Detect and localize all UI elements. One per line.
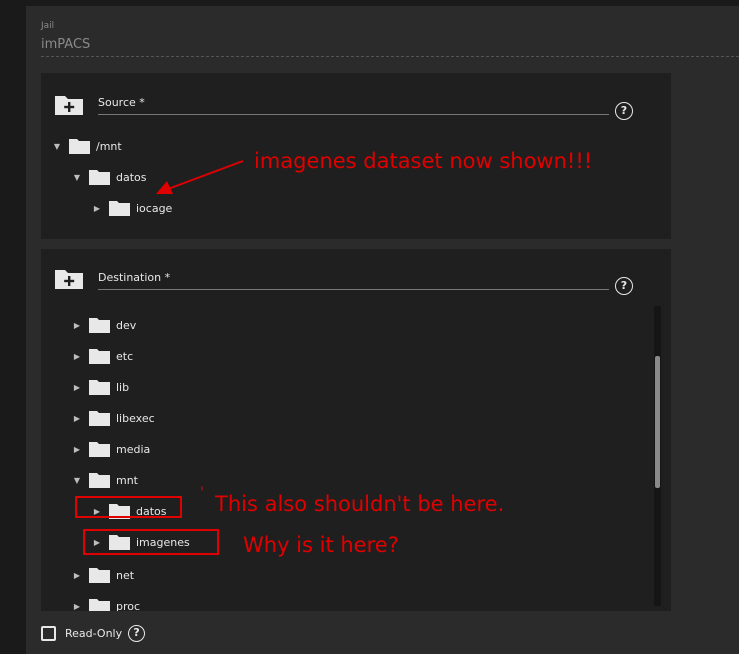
jail-field-value[interactable]: imPACS (41, 37, 90, 52)
help-icon[interactable]: ? (128, 625, 146, 642)
tree-node-label: net (116, 568, 135, 582)
annotation-box-datos (75, 496, 182, 518)
jail-field-label: Jail (41, 21, 55, 31)
tree-node-net[interactable]: ▶ net (71, 566, 134, 584)
tree-scrollbar[interactable] (654, 306, 661, 606)
destination-field-underline (98, 289, 609, 290)
folder-icon (89, 411, 110, 426)
tree-node-lib[interactable]: ▶ lib (71, 378, 129, 396)
tree-node-proc[interactable]: ▶ proc (71, 597, 140, 611)
annotation-source-note: imagenes dataset now shown!!! (254, 149, 593, 173)
folder-add-icon[interactable] (53, 267, 85, 291)
annotation-box-imagenes (83, 529, 219, 555)
tree-node-label: lib (116, 380, 130, 394)
tree-node-iocage[interactable]: ▶ iocage (91, 199, 172, 217)
destination-field-label[interactable]: Destination * (98, 271, 170, 284)
folder-icon (89, 599, 110, 611)
folder-icon (89, 442, 110, 457)
tree-node-etc[interactable]: ▶ etc (71, 347, 133, 365)
collapse-arrow-icon[interactable]: ▶ (71, 352, 83, 361)
tree-node-media[interactable]: ▶ media (71, 440, 150, 458)
help-icon[interactable]: ? (615, 277, 633, 295)
collapse-arrow-icon[interactable]: ▶ (71, 445, 83, 454)
scrollbar-thumb[interactable] (655, 356, 660, 488)
collapse-arrow-icon[interactable]: ▶ (71, 602, 83, 611)
tree-node-label: proc (116, 599, 141, 612)
collapse-arrow-icon[interactable]: ▶ (71, 321, 83, 330)
folder-icon (89, 473, 110, 488)
tree-node-label: iocage (136, 201, 173, 215)
tree-node-label: etc (116, 349, 134, 363)
tree-node-libexec[interactable]: ▶ libexec (71, 409, 155, 427)
help-icon[interactable]: ? (615, 102, 633, 120)
collapse-arrow-icon[interactable]: ▶ (91, 204, 103, 213)
collapse-arrow-icon[interactable]: ▶ (71, 383, 83, 392)
tree-node-label: media (116, 442, 151, 456)
tree-node-datos[interactable]: ▼ datos (71, 168, 147, 186)
tree-node-label: /mnt (96, 139, 122, 153)
folder-icon (89, 380, 110, 395)
annotation-datos-note: This also shouldn't be here. (215, 492, 505, 516)
collapse-arrow-icon[interactable]: ▶ (71, 414, 83, 423)
tree-node-label: mnt (116, 473, 138, 487)
source-field-label[interactable]: Source * (98, 96, 145, 109)
annotation-arrow-icon (156, 160, 244, 194)
annotation-imagenes-note: Why is it here? (243, 533, 399, 557)
folder-icon (109, 201, 130, 216)
folder-add-icon[interactable] (53, 93, 85, 117)
readonly-option[interactable]: Read-Only ? (41, 625, 146, 642)
folder-icon (89, 349, 110, 364)
folder-icon (89, 318, 110, 333)
source-field-underline (98, 114, 609, 115)
folder-icon (69, 139, 90, 154)
tree-node-mnt[interactable]: ▼ mnt (71, 471, 138, 489)
tree-node-mnt[interactable]: ▼ /mnt (51, 137, 122, 155)
tree-node-label: dev (116, 318, 137, 332)
tree-node-dev[interactable]: ▶ dev (71, 316, 136, 334)
folder-icon (89, 170, 110, 185)
expand-arrow-icon[interactable]: ▼ (51, 142, 63, 151)
expand-arrow-icon[interactable]: ▼ (71, 173, 83, 182)
collapse-arrow-icon[interactable]: ▶ (71, 571, 83, 580)
readonly-label: Read-Only (65, 627, 123, 640)
tree-node-label: datos (116, 170, 147, 184)
tree-node-label: libexec (116, 411, 155, 425)
jail-field-underline (41, 56, 739, 57)
folder-icon (89, 568, 110, 583)
readonly-checkbox[interactable] (41, 626, 56, 641)
expand-arrow-icon[interactable]: ▼ (71, 476, 83, 485)
annotation-tick: ' (200, 485, 204, 501)
